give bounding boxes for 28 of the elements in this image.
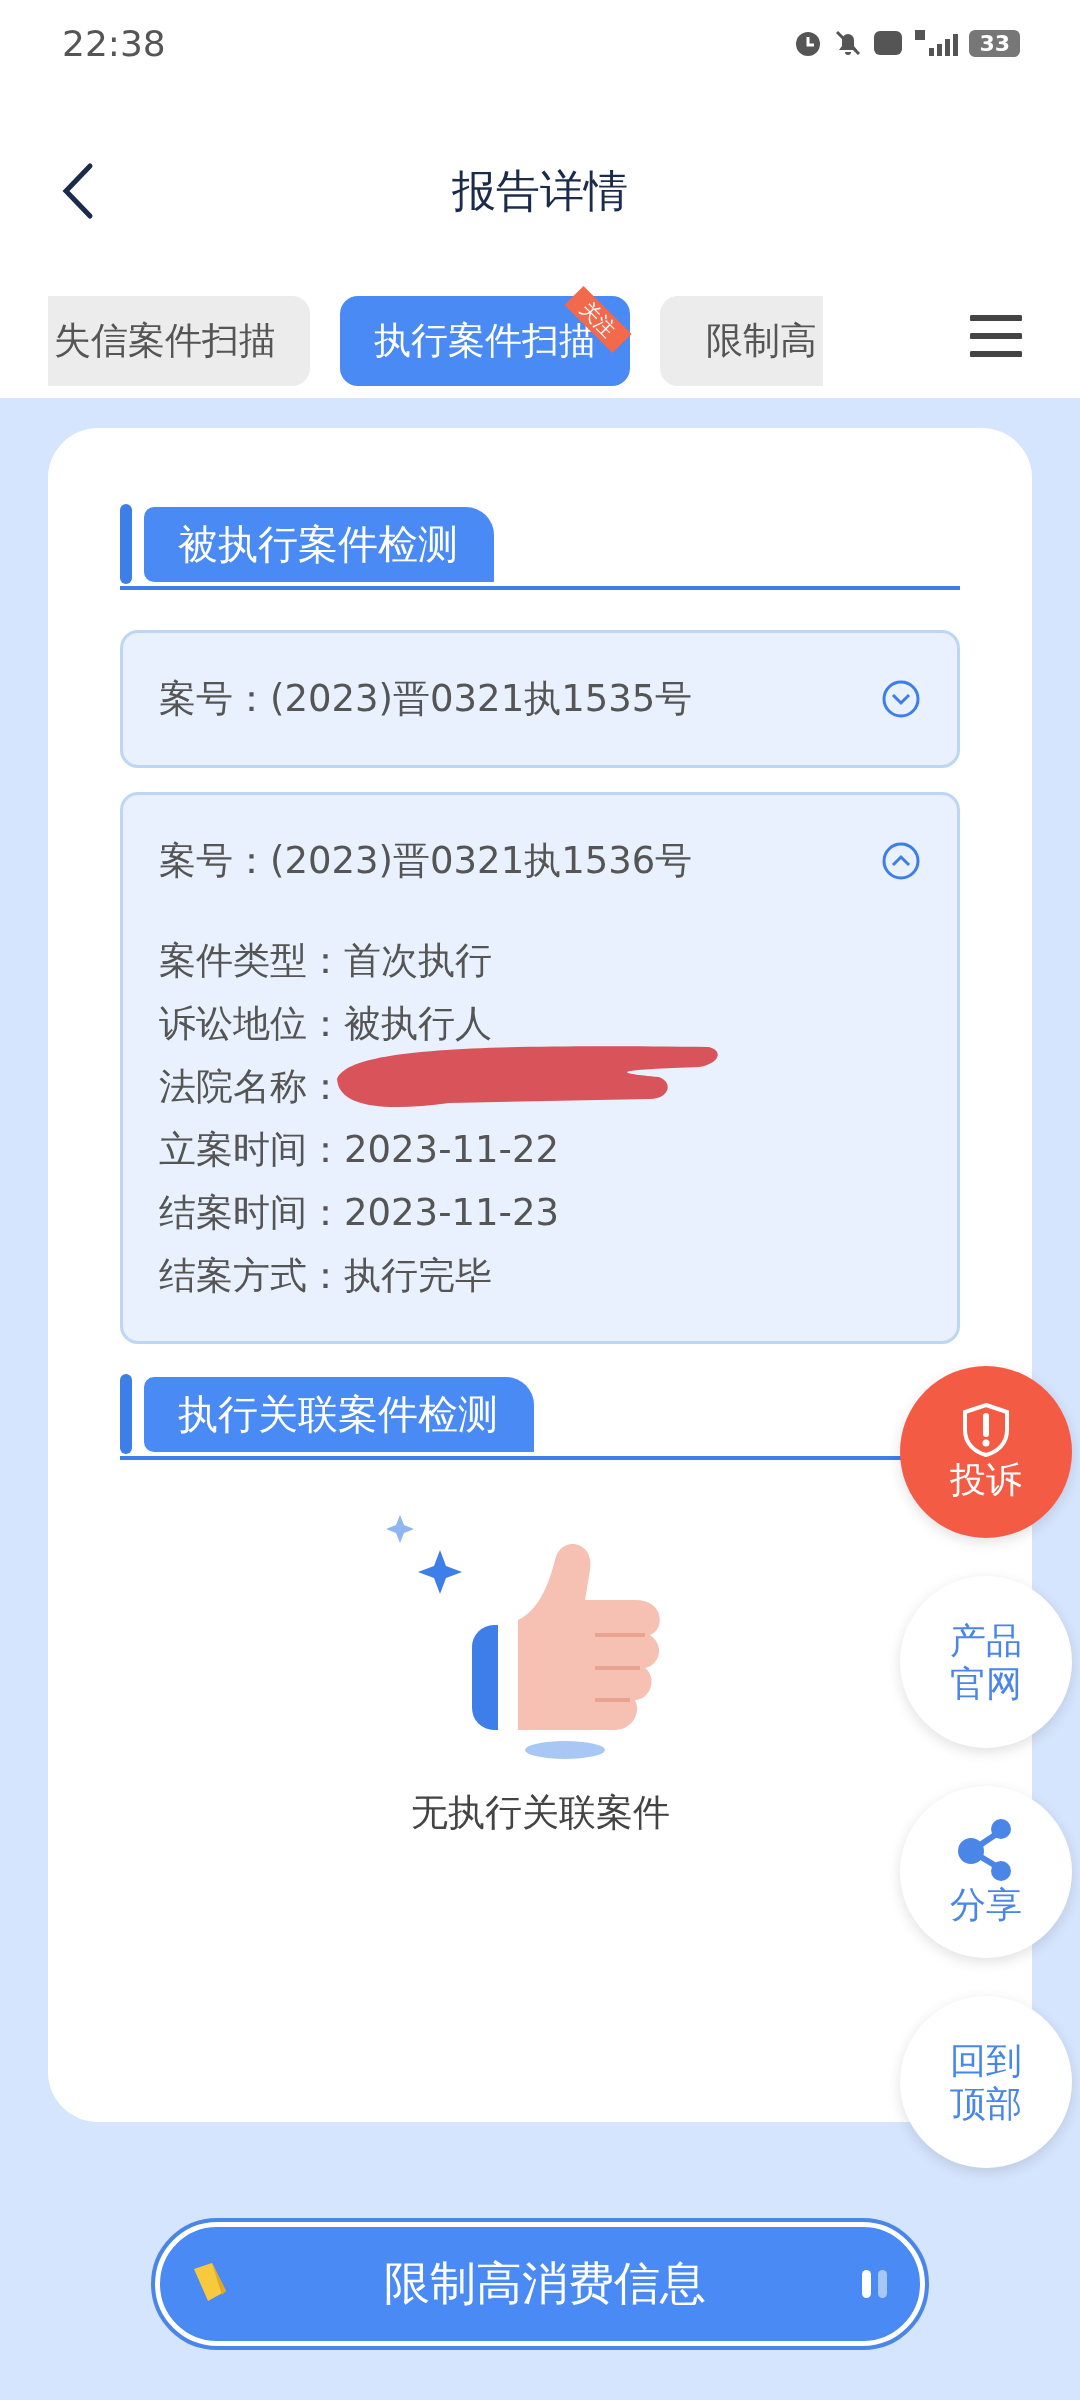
expand-icon[interactable] [881,679,921,719]
section-title: 执行关联案件检测 [144,1376,534,1452]
case-number: 案号：(2023)晋0321执1535号 [159,676,693,722]
empty-message: 无执行关联案件 [410,1790,670,1836]
detail-value: 2023-11-22 [344,1128,560,1171]
shield-alert-icon [961,1402,1011,1459]
detail-label: 结案方式： [159,1252,344,1299]
detail-label: 立案时间： [159,1126,344,1173]
battery-indicator: 33 [969,29,1020,57]
detail-value: 执行完毕 [344,1252,492,1299]
case-number: 案号：(2023)晋0321执1536号 [159,838,693,884]
pause-icon [860,2268,890,2300]
menu-icon[interactable] [970,314,1022,358]
float-button[interactable]: 回到顶部 [900,1996,1072,2168]
detail-label: 案件类型： [159,937,344,984]
collapse-icon[interactable] [881,841,921,881]
detail-value: 2023-11-23 [344,1191,560,1234]
status-time: 22:38 [62,22,166,64]
page-title: 报告详情 [452,163,628,218]
tab[interactable]: 失信案件扫描 [48,296,310,386]
detail-label: 结案时间： [159,1189,344,1236]
detail-label: 法院名称： [159,1063,344,1110]
section-title: 被执行案件检测 [144,506,494,582]
detail-value: 首次执行 [344,937,492,984]
detail-value: 被执行人 [344,1000,492,1047]
detail-label: 诉讼地位： [159,1000,344,1047]
tab[interactable]: 限制高 [660,296,823,386]
signal-icon [913,28,960,58]
